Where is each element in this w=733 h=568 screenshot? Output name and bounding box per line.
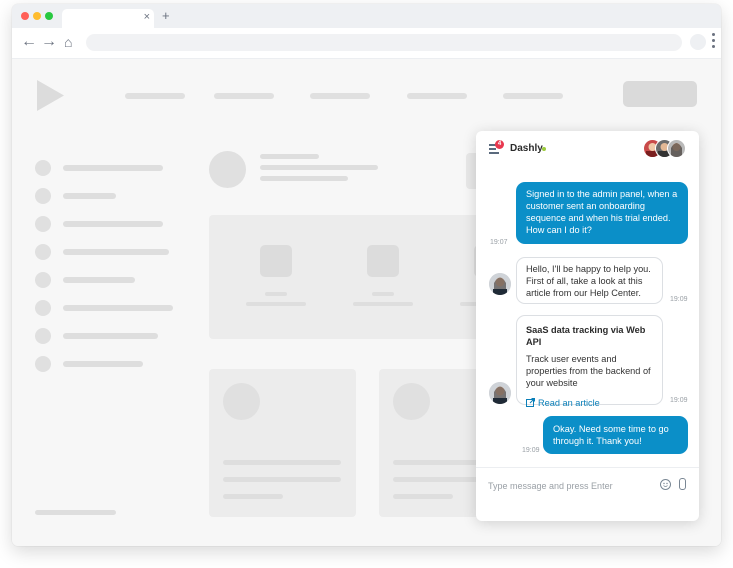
message-line: sequence and when his trial ended. <box>526 213 671 223</box>
back-icon[interactable]: ← <box>21 32 37 52</box>
outgoing-message: Signed in to the admin panel, when a cus… <box>516 182 688 244</box>
header-button-placeholder[interactable] <box>623 81 697 107</box>
team-avatar-icon <box>667 139 686 158</box>
card-line-placeholder <box>223 494 283 499</box>
stat-icon-placeholder <box>260 245 292 277</box>
sidebar-footer-placeholder <box>35 510 116 515</box>
team-avatars <box>643 139 687 158</box>
external-link-icon <box>526 398 535 407</box>
sidebar-item-label[interactable] <box>63 193 116 199</box>
article-description-line: properties from the backend of <box>526 366 651 376</box>
sidebar-item-icon <box>35 272 51 288</box>
message-line: Okay. Need some time to go <box>553 424 669 434</box>
content-card[interactable] <box>209 369 356 517</box>
message-time: 19:07 <box>490 239 508 246</box>
online-status-dot <box>542 147 546 151</box>
card-line-placeholder <box>223 477 341 482</box>
message-line: customer sent an onboarding <box>526 201 646 211</box>
sidebar-item-label[interactable] <box>63 221 163 227</box>
stat-value-placeholder <box>372 292 394 296</box>
stats-panel <box>209 215 520 339</box>
menu-dots-icon[interactable] <box>712 33 715 51</box>
message-time: 19:09 <box>522 447 540 454</box>
sidebar-item-label[interactable] <box>63 165 163 171</box>
sidebar-item-icon <box>35 356 51 372</box>
agent-avatar-icon <box>489 382 511 404</box>
read-article-label[interactable]: Read an article <box>538 398 600 408</box>
sidebar-item-icon <box>35 160 51 176</box>
message-line: article from our Help Center. <box>526 288 641 298</box>
card-line-placeholder <box>393 494 453 499</box>
sidebar-item-label[interactable] <box>63 361 143 367</box>
message-time: 19:09 <box>670 296 688 303</box>
profile-icon[interactable] <box>690 34 706 50</box>
sidebar-item-icon <box>35 244 51 260</box>
close-tab-icon[interactable]: × <box>144 11 150 23</box>
maximize-window-button[interactable] <box>45 12 53 20</box>
message-line: Hello, I'll be happy to help you. <box>526 264 651 274</box>
article-description-line: Track user events and <box>526 354 617 364</box>
incoming-message: Hello, I'll be happy to help you. First … <box>516 257 663 304</box>
article-description-line: your website <box>526 378 578 388</box>
message-input[interactable]: Type message and press Enter <box>476 467 699 521</box>
sidebar-item-label[interactable] <box>63 333 158 339</box>
stat-label-placeholder <box>353 302 413 306</box>
play-logo-icon <box>37 80 64 111</box>
profile-line-placeholder <box>260 154 319 159</box>
card-avatar-placeholder <box>393 383 430 420</box>
nav-placeholder-1[interactable] <box>125 93 185 99</box>
profile-line-placeholder <box>260 176 348 181</box>
nav-placeholder-3[interactable] <box>310 93 370 99</box>
sidebar-item-icon <box>35 188 51 204</box>
close-window-button[interactable] <box>21 12 29 20</box>
sidebar-item-icon <box>35 300 51 316</box>
message-line: How can I do it? <box>526 225 592 235</box>
profile-line-placeholder <box>260 165 378 170</box>
emoji-icon[interactable] <box>660 479 671 490</box>
new-tab-icon[interactable]: + <box>162 8 170 23</box>
message-line: First of all, take a look at this <box>526 276 643 286</box>
article-title: SaaS data tracking via Web API <box>526 325 646 347</box>
message-time: 19:09 <box>670 397 688 404</box>
card-avatar-placeholder <box>223 383 260 420</box>
home-icon[interactable]: ⌂ <box>64 32 72 52</box>
stat-icon-placeholder <box>367 245 399 277</box>
nav-placeholder-5[interactable] <box>503 93 563 99</box>
sidebar-item-label[interactable] <box>63 305 173 311</box>
chat-brand-name: Dashly <box>510 143 543 154</box>
forward-icon[interactable]: → <box>41 32 57 52</box>
card-line-placeholder <box>223 460 341 465</box>
stat-value-placeholder <box>265 292 287 296</box>
nav-placeholder-2[interactable] <box>214 93 274 99</box>
stat-label-placeholder <box>246 302 306 306</box>
sidebar-item-label[interactable] <box>63 277 135 283</box>
browser-tab[interactable]: × <box>62 9 154 28</box>
message-input-placeholder: Type message and press Enter <box>488 481 613 491</box>
browser-toolbar: ← → ⌂ <box>12 28 721 59</box>
profile-avatar-placeholder <box>209 151 246 188</box>
sidebar-item-icon <box>35 328 51 344</box>
message-line: Signed in to the admin panel, when a <box>526 189 678 199</box>
sidebar-item-icon <box>35 216 51 232</box>
nav-placeholder-4[interactable] <box>407 93 467 99</box>
minimize-window-button[interactable] <box>33 12 41 20</box>
unread-badge: 4 <box>495 140 504 149</box>
outgoing-message: Okay. Need some time to go through it. T… <box>543 416 688 454</box>
read-article-link[interactable]: Read an article <box>526 397 653 409</box>
message-line: through it. Thank you! <box>553 436 642 446</box>
chat-header: 4 Dashly <box>476 131 699 169</box>
chat-widget: 4 Dashly Signed in to the admin panel, w… <box>476 131 699 521</box>
address-bar[interactable] <box>86 34 682 51</box>
sidebar-item-label[interactable] <box>63 249 169 255</box>
agent-avatar-icon <box>489 273 511 295</box>
tab-bar: × + <box>12 4 721 28</box>
article-card[interactable]: SaaS data tracking via Web API Track use… <box>516 315 663 408</box>
attachment-icon[interactable] <box>679 478 686 490</box>
